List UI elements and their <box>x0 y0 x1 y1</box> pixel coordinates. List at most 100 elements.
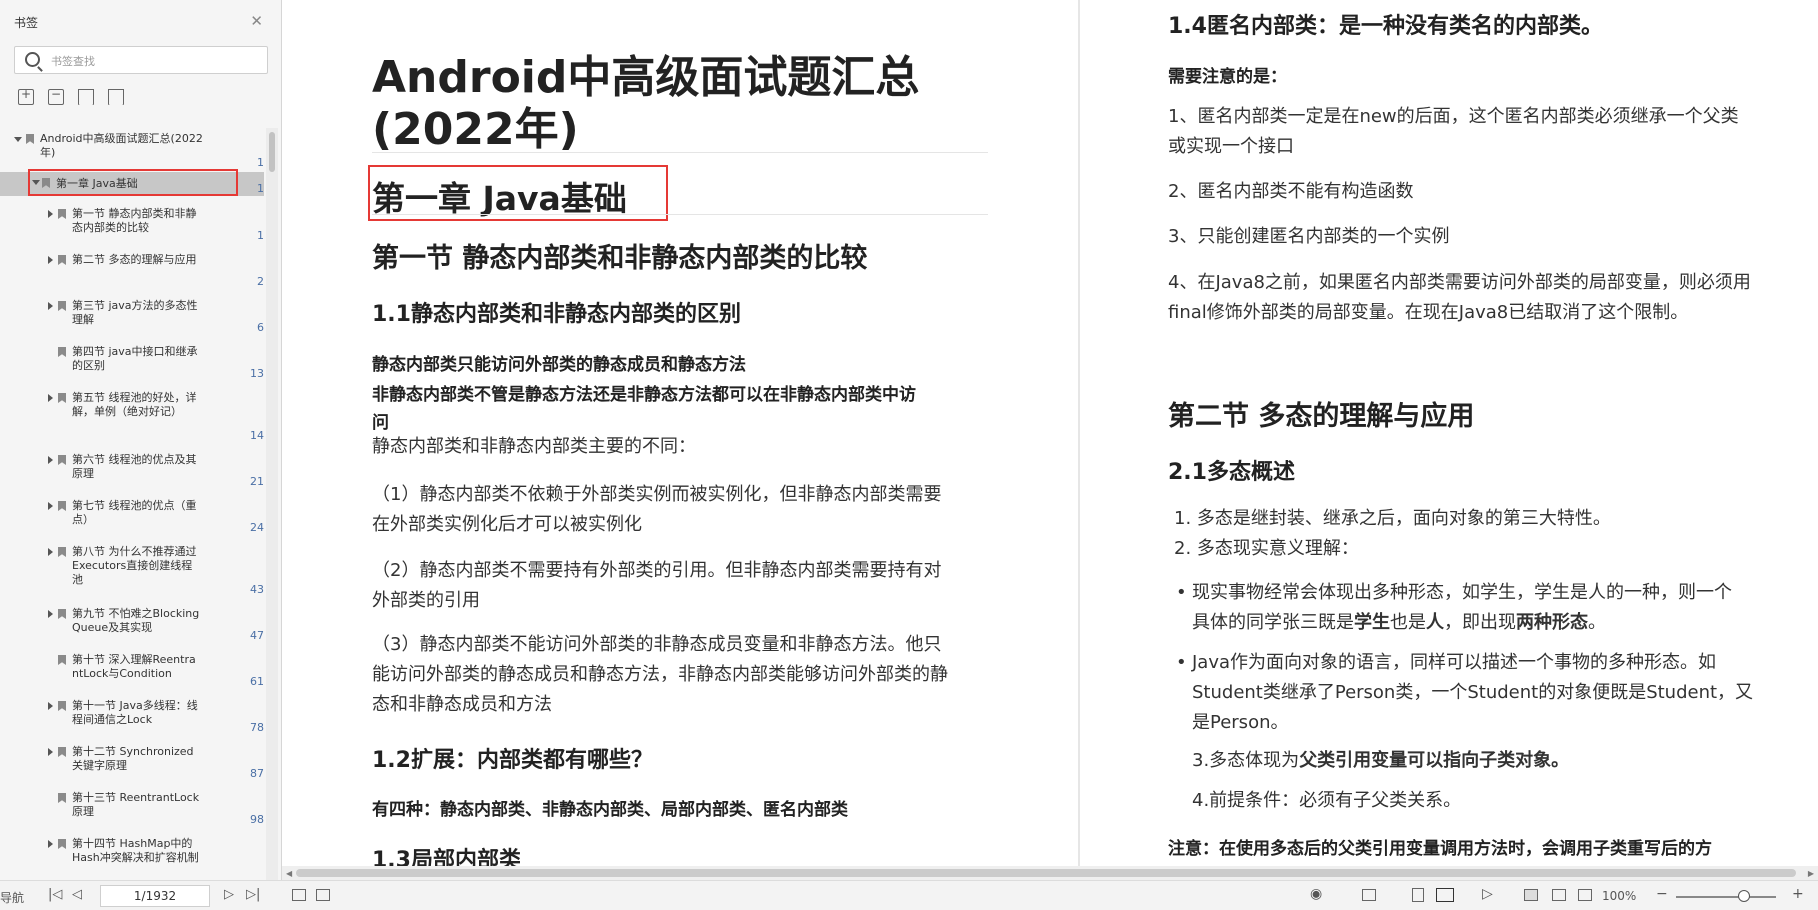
bookmark-scrollbar[interactable] <box>266 128 278 880</box>
section-heading: 第二节 多态的理解与应用 <box>1168 401 1475 432</box>
add-bookmark-icon[interactable] <box>78 89 94 105</box>
bookmark-item-section[interactable]: 第三节 java方法的多态性理解 6 <box>0 299 264 335</box>
bookmark-icon[interactable] <box>108 89 124 105</box>
bookmark-label: 第七节 线程池的优点（重点） <box>72 499 197 526</box>
bookmark-item-section[interactable]: 第八节 为什么不推荐通过Executors直接创建线程池 43 <box>0 545 264 597</box>
bookmark-icon <box>42 178 50 188</box>
horizontal-scrollbar[interactable]: ◀ ▶ <box>282 866 1818 880</box>
bookmark-item-section[interactable]: 第十一节 Java多线程：线程间通信之Lock 78 <box>0 699 264 735</box>
bookmark-item-root[interactable]: Android中高级面试题汇总(2022年) 1 <box>0 132 264 169</box>
paragraph: 或实现一个接口 <box>1168 136 1294 157</box>
bookmark-item-section[interactable]: 第十四节 HashMap中的Hash冲突解决和扩容机制 <box>0 837 264 880</box>
zoom-value[interactable]: 100% <box>1602 889 1636 903</box>
expand-arrow-icon[interactable] <box>48 702 53 710</box>
close-icon[interactable]: ✕ <box>250 12 263 30</box>
bookmark-page: 6 <box>257 321 264 334</box>
text-run: 具体的同学张三既是 <box>1192 612 1354 633</box>
expand-arrow-icon[interactable] <box>14 137 22 142</box>
bookmark-item-section[interactable]: 第四节 java中接口和继承的区别 13 <box>0 345 264 381</box>
bold-text: 需要注意的是： <box>1168 67 1287 87</box>
expand-arrow-icon[interactable] <box>48 610 53 618</box>
actual-size-icon[interactable] <box>1524 889 1538 901</box>
paragraph: （3）静态内部类不能访问外部类的非静态成员变量和非静态方法。他只 <box>372 634 942 655</box>
bookmark-item-chapter-1[interactable]: 第一章 Java基础 1 <box>0 172 264 196</box>
fit-width-icon[interactable] <box>1578 889 1592 901</box>
first-page-icon[interactable]: |◁ <box>48 887 62 902</box>
bookmark-panel-header: 书签 ✕ <box>0 0 281 42</box>
bookmark-search-input[interactable] <box>49 51 253 71</box>
bookmark-icon <box>58 393 66 403</box>
bookmark-page: 14 <box>250 429 264 442</box>
bookmark-label: Android中高级面试题汇总(2022年) <box>40 132 203 159</box>
two-page-icon[interactable] <box>1436 888 1454 902</box>
bold-text: 问 <box>372 413 389 433</box>
eye-protection-icon[interactable]: ◉ <box>1310 886 1322 902</box>
expand-arrow-icon[interactable] <box>48 302 53 310</box>
bookmark-item-section[interactable]: 第五节 线程池的好处，详解，单例（绝对好记） 14 <box>0 391 264 443</box>
scroll-left-icon[interactable]: ◀ <box>286 869 292 878</box>
expand-arrow-icon[interactable] <box>48 502 53 510</box>
scrollbar-thumb[interactable] <box>296 869 1796 877</box>
zoom-out-icon[interactable]: − <box>1656 886 1668 902</box>
back-icon[interactable] <box>292 889 306 901</box>
text-run: ，即出现 <box>1444 612 1516 633</box>
expand-arrow-icon[interactable] <box>48 548 53 556</box>
zoom-slider-handle[interactable] <box>1738 890 1750 902</box>
subsection-heading: 1.1静态内部类和非静态内部类的区别 <box>372 302 741 327</box>
expand-arrow-icon[interactable] <box>32 180 40 185</box>
expand-arrow-icon[interactable] <box>48 394 53 402</box>
bookmark-icon <box>58 609 66 619</box>
expand-arrow-icon[interactable] <box>48 210 53 218</box>
last-page-icon[interactable]: ▷| <box>246 887 260 902</box>
bookmark-item-section[interactable]: 第十三节 ReentrantLock原理 98 <box>0 791 264 827</box>
play-icon[interactable]: ▷ <box>1482 886 1493 902</box>
next-page-icon[interactable]: ▷ <box>224 887 234 902</box>
text-run: 3.多态体现为 <box>1192 750 1300 771</box>
bookmark-item-section[interactable]: 第九节 不怕难之BlockingQueue及其实现 47 <box>0 607 264 643</box>
bookmark-item-section[interactable]: 第十节 深入理解ReentrantLock与Condition 61 <box>0 653 264 689</box>
bookmark-icon <box>58 793 66 803</box>
subsection-heading: 1.4匿名内部类：是一种没有类名的内部类。 <box>1168 14 1603 39</box>
bookmark-item-section[interactable]: 第十二节 Synchronized关键字原理 87 <box>0 745 264 781</box>
expand-arrow-icon[interactable] <box>48 456 53 464</box>
paragraph: （2）静态内部类不需要持有外部类的引用。但非静态内部类需要持有对 <box>372 560 942 581</box>
expand-arrow-icon[interactable] <box>48 840 53 848</box>
expand-arrow-icon[interactable] <box>48 256 53 264</box>
previous-page-icon[interactable]: ◁ <box>72 887 82 902</box>
section-heading: 第一节 静态内部类和非静态内部类的比较 <box>372 243 868 274</box>
expand-all-icon[interactable] <box>18 87 34 105</box>
expand-arrow-icon[interactable] <box>48 748 53 756</box>
page-number-field[interactable]: 1/1932 <box>100 885 210 907</box>
single-page-scroll-icon[interactable] <box>1362 889 1376 901</box>
single-page-icon[interactable] <box>1412 888 1424 902</box>
zoom-slider-track[interactable] <box>1676 896 1776 898</box>
scrollbar-thumb[interactable] <box>269 132 275 172</box>
document-title-line-1: Android中高级面试题汇总 <box>372 52 920 103</box>
bookmark-item-section[interactable]: 第二节 多态的理解与应用 2 <box>0 253 264 289</box>
bookmark-label: 第十节 深入理解ReentrantLock与Condition <box>72 653 196 680</box>
bookmark-label: 第五节 线程池的好处，详解，单例（绝对好记） <box>72 391 197 418</box>
fit-page-icon[interactable] <box>1552 889 1566 901</box>
bookmark-page: 78 <box>250 721 264 734</box>
bookmark-item-section[interactable]: 第七节 线程池的优点（重点） 24 <box>0 499 264 535</box>
forward-icon[interactable] <box>316 889 330 901</box>
bookmark-panel: 书签 ✕ Android中高级面试题汇总(2022年) 1 第一章 Java基础… <box>0 0 282 880</box>
list-item-text: 多态现实意义理解： <box>1196 538 1359 559</box>
bookmark-label: 第十一节 Java多线程：线程间通信之Lock <box>72 699 198 726</box>
bookmark-page: 47 <box>250 629 264 642</box>
bookmark-item-section[interactable]: 第一节 静态内部类和非静态内部类的比较 1 <box>0 207 264 243</box>
document-page-right: 1.4匿名内部类：是一种没有类名的内部类。 需要注意的是： 1、匿名内部类一定是… <box>1080 0 1818 866</box>
navigation-label[interactable]: 导航 <box>0 889 24 906</box>
ordered-list-item: 1. 多态是继封装、继承之后，面向对象的第三大特性。 <box>1174 508 1611 529</box>
list-item-text: 多态是继封装、继承之后，面向对象的第三大特性。 <box>1196 508 1611 529</box>
paragraph: 静态内部类和非静态内部类主要的不同： <box>372 436 696 457</box>
collapse-all-icon[interactable] <box>48 87 64 105</box>
bookmark-page: 43 <box>250 583 264 596</box>
text-run-bold: 父类引用变量可以指向子类对象。 <box>1299 750 1570 771</box>
bookmark-search-box[interactable] <box>14 46 268 74</box>
bookmark-icon <box>58 747 66 757</box>
zoom-in-icon[interactable]: + <box>1792 886 1804 902</box>
bookmark-icon <box>58 839 66 849</box>
scroll-right-icon[interactable]: ▶ <box>1808 869 1814 878</box>
bookmark-item-section[interactable]: 第六节 线程池的优点及其原理 21 <box>0 453 264 489</box>
